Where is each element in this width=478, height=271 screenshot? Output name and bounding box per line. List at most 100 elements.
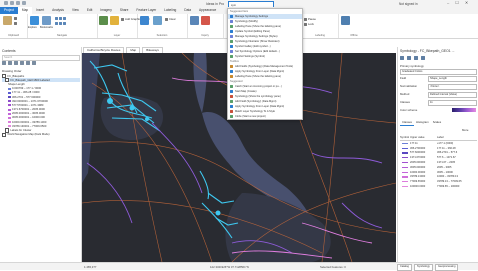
tab-histogram[interactable]: Histogram: [414, 120, 431, 126]
scale-readout[interactable]: 1:465,377: [84, 265, 96, 269]
attributes-icon[interactable]: [153, 16, 162, 25]
sign-in-status[interactable]: Not signed in: [399, 2, 418, 6]
redo-icon[interactable]: [16, 1, 20, 5]
search-result-item[interactable]: Circle (Start a new project): [228, 114, 302, 119]
class-symbol[interactable]: [400, 166, 410, 168]
symbology-method-select[interactable]: Graduated Colors: [400, 69, 477, 75]
class-upper-value[interactable]: 3005.000000: [410, 166, 437, 169]
list-by-drawing-order-icon[interactable]: [2, 61, 6, 65]
tab-geoprocessing[interactable]: Geoprocessing: [435, 264, 459, 271]
layer-visibility-checkbox[interactable]: [2, 132, 7, 137]
class-label[interactable]: 2005 – 3005: [437, 166, 467, 169]
tab-symbology[interactable]: Symbology: [414, 264, 433, 271]
layer-tree-item[interactable]: World Navigation Map (Dark Mode): [2, 132, 80, 137]
class-symbol[interactable]: [400, 185, 410, 188]
field-select[interactable]: Defined Interval (Value): [428, 91, 477, 98]
class-label[interactable]: 77009.65 – 100000: [437, 185, 467, 188]
class-label[interactable]: 366.2701 – 577.6: [437, 151, 467, 154]
close-button[interactable]: ✕: [465, 1, 468, 5]
tab-analysis[interactable]: Analysis: [48, 7, 68, 14]
tab-appearance[interactable]: Appearance: [195, 7, 220, 14]
field-select[interactable]: 11: [428, 99, 477, 106]
select-icon[interactable]: [140, 16, 149, 25]
class-symbol[interactable]: [400, 161, 410, 164]
bookmarks-icon[interactable]: [42, 16, 51, 25]
class-label[interactable]: 33789.13 – 77009.65: [437, 180, 467, 183]
zoom-in-button[interactable]: [55, 17, 66, 20]
lock-button[interactable]: Lock: [304, 22, 314, 26]
class-symbol[interactable]: [400, 157, 410, 159]
class-row[interactable]: 100000.0000 77009.65 – 100000: [400, 184, 477, 189]
command-icon: [230, 85, 233, 88]
list-by-source-icon[interactable]: [8, 61, 12, 65]
class-symbol[interactable]: [400, 142, 410, 144]
class-upper-value[interactable]: 10000.00000: [410, 171, 437, 174]
class-label[interactable]: 3005 – 10000: [437, 171, 467, 174]
class-upper-value[interactable]: 2005.000000: [410, 161, 437, 164]
save-icon[interactable]: [4, 1, 8, 5]
zoom-out-button[interactable]: [55, 22, 66, 25]
class-symbol[interactable]: [400, 181, 410, 183]
list-by-selection-icon[interactable]: [14, 61, 18, 65]
list-by-snapping-icon[interactable]: [26, 61, 30, 65]
explore-icon[interactable]: [30, 16, 39, 25]
open-icon[interactable]: [22, 1, 26, 5]
tab-share[interactable]: Share: [116, 7, 133, 14]
tab-edit[interactable]: Edit: [83, 7, 97, 14]
tab-view[interactable]: View: [68, 7, 83, 14]
group-label-labeling: Labeling: [315, 34, 325, 37]
class-label[interactable]: 177.11 – 366.28: [437, 147, 467, 150]
class-upper-value[interactable]: 1371.670000: [410, 156, 437, 159]
add-data-icon[interactable]: [110, 16, 119, 25]
class-upper-value[interactable]: 77009.65000: [410, 180, 437, 183]
vary-symbology-icon[interactable]: [407, 56, 411, 60]
tab-labeling[interactable]: Labeling: [160, 7, 180, 14]
tab-imagery[interactable]: Imagery: [96, 7, 116, 14]
list-by-labeling-icon[interactable]: [32, 61, 36, 65]
layer-visibility-checkbox[interactable]: [5, 78, 10, 83]
advanced-symbology-icon[interactable]: [421, 56, 425, 60]
basemap-icon[interactable]: [99, 16, 108, 25]
field-select[interactable]: Shape_Length: [428, 75, 477, 82]
class-symbol[interactable]: [400, 176, 410, 178]
class-symbol[interactable]: [400, 147, 410, 149]
maximize-button[interactable]: ☐: [455, 1, 459, 5]
field-select[interactable]: <None>: [428, 83, 477, 90]
undo-icon[interactable]: [10, 1, 14, 5]
group-label-selection: Selection: [156, 34, 168, 37]
class-label[interactable]: 10000 – 33789.13: [437, 175, 467, 178]
cut-button[interactable]: [14, 17, 17, 20]
minimize-button[interactable]: –: [447, 1, 449, 5]
search-result-label: Symbology (Modify): [235, 20, 258, 23]
measure-icon[interactable]: [190, 16, 199, 25]
list-by-editing-icon[interactable]: [20, 61, 24, 65]
pause-button[interactable]: Pause: [304, 17, 316, 21]
symbol-layer-drawing-icon[interactable]: [414, 56, 418, 60]
tab-project[interactable]: Project: [0, 7, 18, 14]
class-label[interactable]: 577.6 – 1371.67: [437, 156, 467, 159]
tab-catalog[interactable]: Catalog: [397, 264, 412, 271]
class-upper-value[interactable]: 100000.0000: [410, 185, 437, 188]
class-symbol[interactable]: [400, 171, 410, 173]
class-label[interactable]: ≤177.1 (0000): [437, 142, 467, 145]
copy-button[interactable]: [14, 22, 17, 25]
tab-scales[interactable]: Scales: [431, 120, 443, 126]
clear-button[interactable]: Clear: [165, 17, 176, 21]
class-upper-value[interactable]: 33789.13000: [410, 175, 437, 178]
color-scheme-select[interactable]: [452, 108, 476, 112]
tab-data[interactable]: Data: [180, 7, 195, 14]
class-upper-value[interactable]: 577.6000000: [410, 151, 437, 154]
primary-symbology-icon[interactable]: [400, 56, 404, 60]
tab-insert[interactable]: Insert: [32, 7, 48, 14]
class-symbol[interactable]: [400, 152, 410, 154]
window-title: Ideas in Pro: [206, 1, 225, 6]
class-upper-value[interactable]: 366.2700000: [410, 147, 437, 150]
class-label[interactable]: 1371.67 – 2005: [437, 161, 467, 164]
class-upper-value[interactable]: 177.11: [410, 142, 437, 145]
more-menu[interactable]: More: [462, 128, 468, 132]
tab-classes[interactable]: Classes: [400, 120, 414, 126]
paste-icon[interactable]: [3, 16, 12, 25]
tab-feature-layer[interactable]: Feature Layer: [132, 7, 160, 14]
download-map-icon[interactable]: [341, 16, 350, 25]
locate-icon[interactable]: [201, 16, 210, 25]
